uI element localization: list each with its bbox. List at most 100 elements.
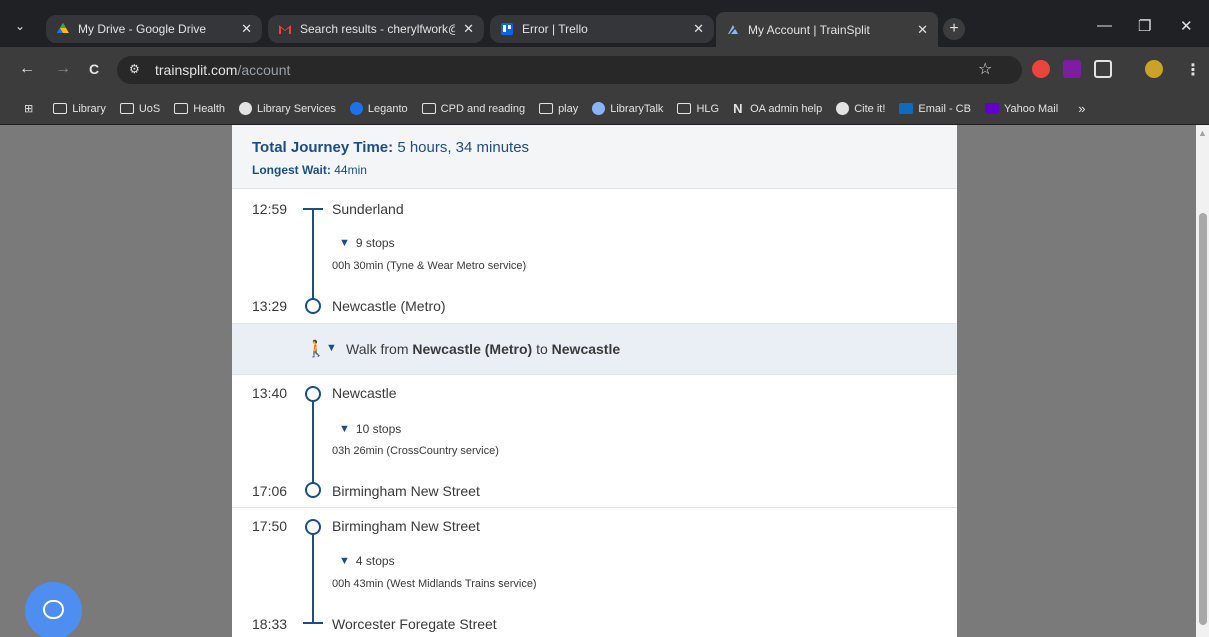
bookmark-librarytalk[interactable]: LibraryTalk [592,102,663,115]
folder-icon [677,103,692,114]
bookmark-yahoo-mail[interactable]: Yahoo Mail [984,103,1058,115]
tab-strip: ⌄ My Drive - Google Drive ✕ Search resul… [0,0,1209,47]
station-name: Newcastle (Metro) [332,298,446,314]
chat-launcher-button[interactable] [25,582,82,637]
chevron-down-icon: ▼ [339,555,350,567]
route-end-marker [303,622,323,624]
walk-description: Walk from Newcastle (Metro) to Newcastle [346,341,621,357]
journey-card: Total Journey Time: 5 hours, 34 minutes … [232,125,957,637]
station-name: Birmingham New Street [332,518,480,534]
tab-gmail[interactable]: Search results - cherylfwork@gm ✕ [268,15,484,43]
cloud-icon [592,102,606,115]
route-line [312,402,314,483]
bookmark-leganto[interactable]: Leganto [349,102,408,115]
new-tab-button[interactable]: + [943,18,965,40]
chat-bubble-icon [43,600,64,619]
folder-icon [53,103,68,114]
station-name: Worcester Foregate Street [332,616,497,632]
tab-close-icon[interactable]: ✕ [917,22,928,38]
tab-google-drive[interactable]: My Drive - Google Drive ✕ [46,15,262,43]
station-marker [305,386,321,402]
expand-stops-toggle[interactable]: ▼ 4 stops [339,554,395,568]
site-settings-icon[interactable]: ⚙ [129,62,145,78]
bookmark-library[interactable]: Library [53,103,106,115]
bookmarks-bar: ⊞ Library UoS Health Library Services Le… [0,93,1209,125]
globe-icon [239,102,253,115]
walk-transfer[interactable]: 🚶 ▼ Walk from Newcastle (Metro) to Newca… [232,323,957,375]
station-marker [305,519,321,535]
bookmark-email-cb[interactable]: Email - CB [899,103,971,115]
bookmark-cite-it[interactable]: Cite it! [836,102,885,115]
station-name: Birmingham New Street [332,483,480,499]
globe-icon [836,102,850,115]
bookmark-star-icon[interactable]: ☆ [978,59,992,79]
outlook-icon [899,103,914,114]
folder-icon [421,103,436,114]
bookmark-cpd-and-reading[interactable]: CPD and reading [421,103,525,115]
bookmark-play[interactable]: play [539,103,578,115]
tab-trello[interactable]: Error | Trello ✕ [490,15,714,43]
chevron-down-icon: ▼ [339,237,350,249]
address-bar[interactable]: ⚙ trainsplit.com/account [117,56,1022,84]
station-marker [305,298,321,314]
bookmark-health[interactable]: Health [174,103,225,115]
url-text[interactable]: trainsplit.com/account [155,62,290,78]
leganto-icon [349,102,363,115]
tab-close-icon[interactable]: ✕ [241,21,252,37]
page-viewport: Total Journey Time: 5 hours, 34 minutes … [0,125,1196,637]
tab-close-icon[interactable]: ✕ [693,21,704,37]
bookmark-uos[interactable]: UoS [119,103,160,115]
arrival-time: 18:33 [252,616,288,632]
leg-divider [232,507,957,508]
reload-button[interactable]: C [89,61,99,77]
chevron-down-icon: ▼ [339,423,350,435]
chevron-down-icon: ▼ [326,342,337,354]
service-info: 03h 26min (CrossCountry service) [332,445,499,457]
tab-close-icon[interactable]: ✕ [463,21,474,37]
bookmarks-overflow-button[interactable]: » [1078,101,1085,116]
route-line [312,535,314,623]
expand-stops-toggle[interactable]: ▼ 9 stops [339,236,395,250]
expand-stops-toggle[interactable]: ▼ 10 stops [339,422,401,436]
walking-person-icon: 🚶 [306,341,326,358]
restore-button[interactable]: ❐ [1138,17,1151,35]
extensions-puzzle-icon[interactable] [1094,60,1112,78]
close-window-button[interactable]: ✕ [1180,17,1193,35]
extension-icon[interactable] [1063,60,1081,78]
notion-icon: N [733,101,743,116]
back-button[interactable]: ← [19,60,35,78]
station-marker [305,482,321,498]
scrollbar-thumb[interactable] [1199,213,1207,625]
gmail-icon [279,25,291,34]
bookmark-hlg[interactable]: HLG [677,103,719,115]
chrome-menu-icon[interactable]: ⋮ [1185,60,1201,80]
browser-toolbar: ← → C ⚙ trainsplit.com/account ☆ ⋮ [0,47,1209,93]
bookmark-oa-admin-help[interactable]: N OA admin help [733,101,822,116]
departure-time: 17:50 [252,518,288,534]
page-scrollbar[interactable]: ▲ [1196,125,1209,637]
arrival-time: 13:29 [252,298,288,314]
total-journey-time: Total Journey Time: 5 hours, 34 minutes [252,139,530,156]
departure-time: 12:59 [252,201,288,217]
extension-icon[interactable] [1032,60,1050,78]
station-name: Sunderland [332,201,404,217]
trainsplit-icon [728,24,738,34]
arrival-time: 17:06 [252,483,288,499]
profile-avatar[interactable] [1145,60,1163,78]
yahoo-mail-icon [984,103,999,114]
trello-icon [501,23,513,35]
folder-icon [119,103,134,114]
folder-icon [174,103,189,114]
forward-button[interactable]: → [55,60,71,78]
service-info: 00h 43min (West Midlands Trains service) [332,578,537,590]
bookmark-library-services[interactable]: Library Services [239,102,336,115]
minimize-button[interactable]: — [1097,17,1112,34]
google-drive-icon [57,23,69,33]
longest-wait: Longest Wait: 44min [252,163,367,177]
apps-grid-icon[interactable]: ⊞ [24,102,33,115]
station-name: Newcastle [332,385,397,401]
scroll-up-arrow-icon[interactable]: ▲ [1198,128,1207,138]
departure-time: 13:40 [252,385,288,401]
tab-trainsplit[interactable]: My Account | TrainSplit ✕ [716,12,938,47]
tab-search-chevron-icon[interactable]: ⌄ [15,19,25,33]
